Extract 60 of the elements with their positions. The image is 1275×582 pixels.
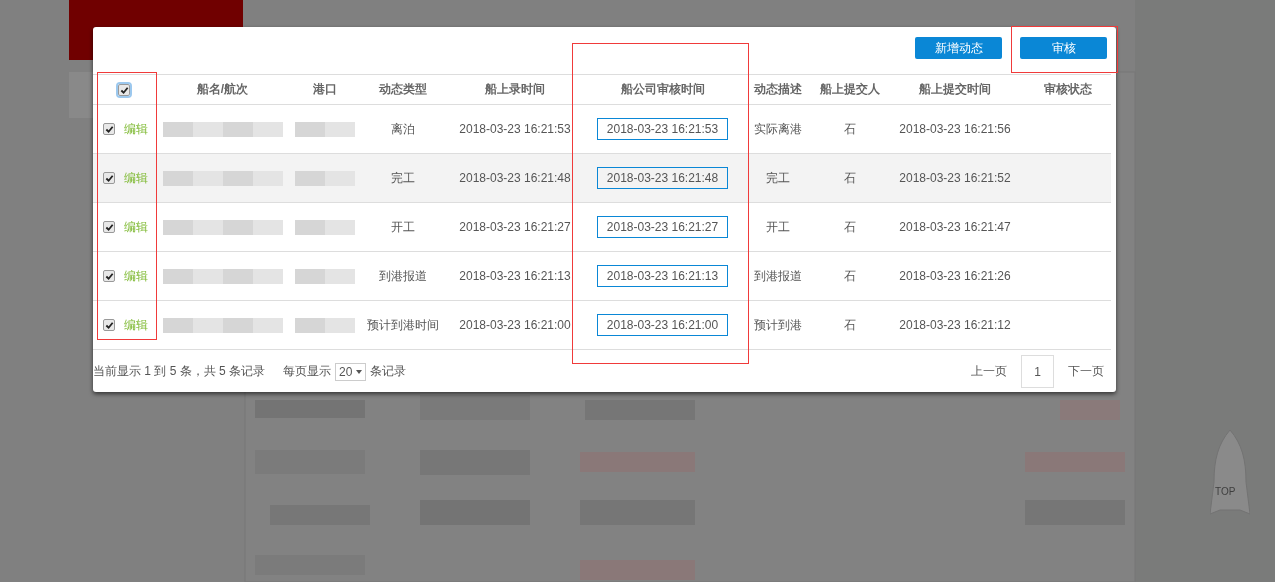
row-checkbox[interactable] — [103, 221, 115, 233]
column-header: 船公司审核时间 — [620, 82, 705, 96]
page-size-label: 每页显示 — [283, 363, 332, 380]
row-checkbox[interactable] — [103, 319, 115, 331]
column-header: 船上提交人 — [820, 82, 880, 96]
action-button[interactable]: 新增动态 — [915, 37, 1002, 59]
column-header: 船上录时间 — [485, 82, 545, 96]
dropdown-caret-icon — [355, 370, 362, 375]
blurred-block — [295, 268, 355, 284]
next-page-link[interactable]: 下一页 — [1068, 363, 1104, 380]
record-summary: 当前显示 1 到 5 条，共 5 条记录 — [93, 363, 266, 380]
table-cell: 开工 — [390, 219, 415, 234]
row-checkbox[interactable] — [103, 172, 115, 184]
table-cell: 2018-03-23 16:21:13 — [459, 269, 571, 283]
table-cell: 预计到港 — [753, 317, 802, 332]
page-number-button[interactable]: 1 — [1021, 355, 1054, 388]
table-cell: 2018-03-23 16:21:53 — [459, 122, 571, 136]
time-field[interactable]: 2018-03-23 16:21:27 — [596, 216, 729, 238]
column-header: 船名/航次 — [196, 82, 249, 96]
blurred-block — [295, 219, 355, 235]
table-cell: 石 — [844, 317, 856, 332]
page-size-select[interactable]: 20 — [335, 362, 366, 381]
column-header: 动态类型 — [378, 82, 427, 96]
table-cell: 到港报道 — [378, 268, 427, 283]
table-cell: 石 — [844, 170, 856, 185]
table-cell: 石 — [844, 219, 856, 234]
select-all-checkbox[interactable] — [118, 84, 130, 97]
time-field[interactable]: 2018-03-23 16:21:13 — [596, 265, 729, 287]
time-field[interactable]: 2018-03-23 16:21:00 — [596, 314, 729, 336]
table-cell: 2018-03-23 16:21:00 — [459, 318, 571, 332]
table-cell: 2018-03-23 16:21:12 — [899, 318, 1011, 332]
page-size-suffix: 条记录 — [369, 363, 406, 380]
blurred-block — [295, 317, 355, 333]
blurred-block — [295, 121, 355, 137]
column-header: 船上提交时间 — [919, 82, 991, 96]
table-cell: 石 — [844, 268, 856, 283]
table-cell: 2018-03-23 16:21:27 — [459, 220, 571, 234]
table-cell: 实际离港 — [753, 121, 802, 136]
previous-page-link[interactable]: 上一页 — [971, 363, 1007, 380]
table-cell: 2018-03-23 16:21:56 — [899, 122, 1011, 136]
row-checkbox[interactable] — [103, 270, 115, 282]
table-cell: 完工 — [765, 170, 790, 185]
table-cell: 2018-03-23 16:21:52 — [899, 171, 1011, 185]
row-checkbox[interactable] — [103, 123, 115, 135]
table-cell: 石 — [844, 121, 856, 136]
table-cell: 开工 — [765, 219, 790, 234]
time-field[interactable]: 2018-03-23 16:21:48 — [596, 167, 729, 189]
table-cell: 完工 — [390, 170, 415, 185]
column-header: 港口 — [313, 82, 337, 96]
blurred-block — [295, 170, 355, 186]
table-cell: 预计到港时间 — [366, 317, 439, 332]
action-button[interactable]: 审核 — [1020, 37, 1107, 59]
table-cell: 2018-03-23 16:21:26 — [899, 269, 1011, 283]
time-field[interactable]: 2018-03-23 16:21:53 — [596, 118, 729, 140]
table-cell: 2018-03-23 16:21:48 — [459, 171, 571, 185]
table-cell: 到港报道 — [753, 268, 802, 283]
column-header: 审核状态 — [1044, 82, 1092, 96]
table-cell: 2018-03-23 16:21:47 — [899, 220, 1011, 234]
column-header: 动态描述 — [753, 82, 802, 96]
table-cell: 离泊 — [390, 121, 415, 136]
